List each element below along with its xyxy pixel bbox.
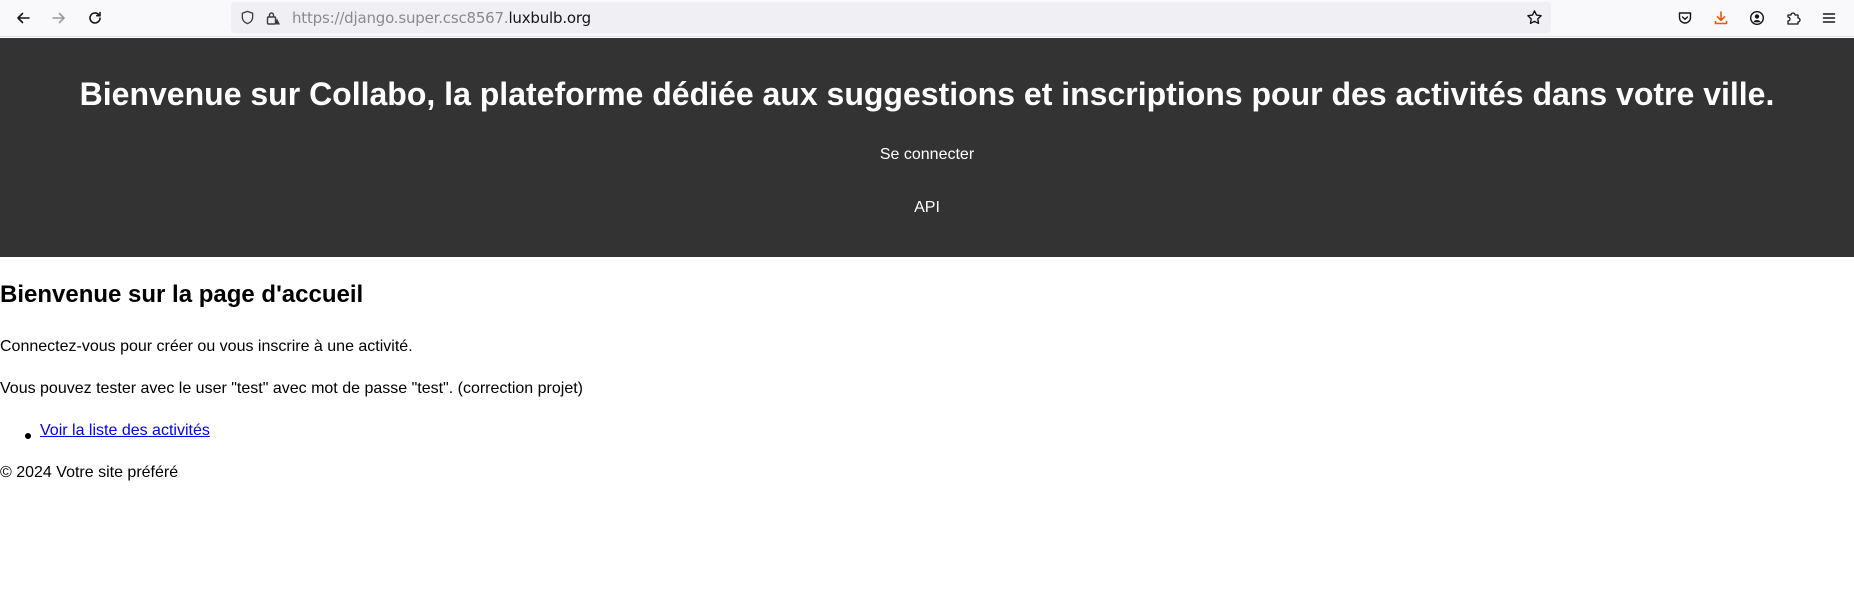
forward-button[interactable] <box>46 5 72 31</box>
forward-arrow-icon <box>52 12 65 24</box>
extensions-button[interactable] <box>1780 5 1806 31</box>
test-credentials-note: Vous pouvez tester avec le user "test" a… <box>0 380 583 397</box>
account-button[interactable] <box>1744 5 1770 31</box>
browser-toolbar: https://django.super.csc8567.luxbulb.org <box>0 0 1854 37</box>
list-bullet <box>25 433 31 439</box>
app-menu-button[interactable] <box>1816 5 1842 31</box>
reload-button[interactable] <box>82 5 108 31</box>
activities-list-link[interactable]: Voir la liste des activités <box>40 422 210 440</box>
lock-warning-icon[interactable] <box>265 10 281 26</box>
star-icon[interactable] <box>1526 9 1543 26</box>
url-bar[interactable]: https://django.super.csc8567.luxbulb.org <box>231 2 1551 33</box>
back-button[interactable] <box>10 5 36 31</box>
account-icon <box>1749 10 1765 26</box>
extensions-icon <box>1787 12 1801 25</box>
pocket-icon <box>1678 12 1692 24</box>
download-icon <box>1714 11 1728 25</box>
pocket-button[interactable] <box>1672 5 1698 31</box>
downloads-button[interactable] <box>1708 5 1734 31</box>
back-arrow-icon <box>17 12 30 24</box>
shield-icon[interactable] <box>240 10 255 25</box>
url-text[interactable]: https://django.super.csc8567.luxbulb.org <box>292 9 591 27</box>
menu-icon <box>1822 13 1836 23</box>
footer-text: © 2024 Votre site préféré <box>0 464 179 481</box>
api-link[interactable]: API <box>0 199 1854 217</box>
page-heading: Bienvenue sur la page d'accueil <box>0 281 364 308</box>
intro-text: Connectez-vous pour créer ou vous inscri… <box>0 338 413 355</box>
site-title: Bienvenue sur Collabo, la plateforme déd… <box>79 76 1775 112</box>
login-link[interactable]: Se connecter <box>0 146 1854 164</box>
site-header: Bienvenue sur Collabo, la plateforme déd… <box>0 38 1854 257</box>
reload-icon <box>89 11 101 24</box>
